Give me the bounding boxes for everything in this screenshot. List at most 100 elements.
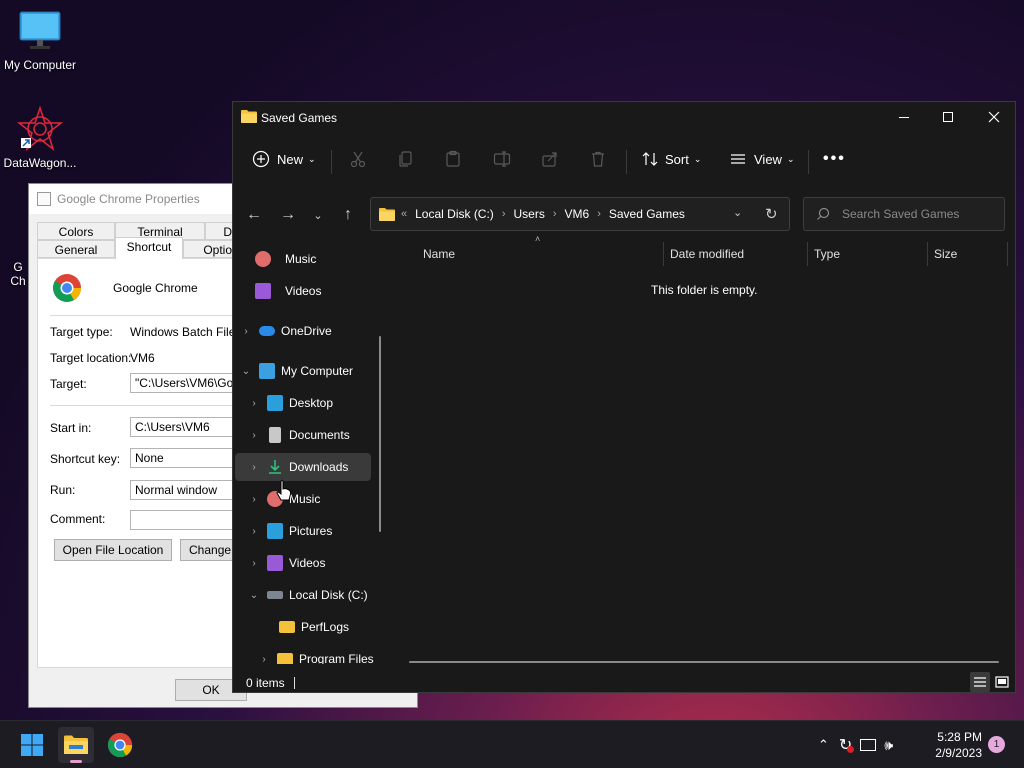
column-divider[interactable] [1007, 242, 1008, 266]
nav-item-perflogs[interactable]: PerfLogs [279, 613, 349, 641]
clock-date: 2/9/2023 [935, 746, 982, 760]
chevron-right-icon[interactable]: › [553, 208, 557, 220]
tab-options[interactable]: Optio [183, 240, 235, 258]
recent-locations-button[interactable]: ⌄ [305, 202, 331, 228]
paste-button[interactable] [444, 150, 462, 168]
close-button[interactable] [971, 102, 1017, 132]
refresh-icon[interactable]: ↻ [765, 205, 778, 223]
tab-colors[interactable]: Colors [37, 222, 115, 240]
view-button[interactable]: View ⌄ [729, 150, 795, 168]
nav-item-videos-quick[interactable]: Videos [255, 277, 321, 305]
rename-button[interactable] [493, 150, 511, 168]
column-header-name[interactable]: Name [423, 242, 455, 266]
more-options-button[interactable]: ••• [823, 150, 846, 168]
column-divider[interactable] [663, 242, 664, 266]
chevron-down-icon[interactable]: ⌄ [247, 590, 261, 601]
network-icon[interactable] [860, 739, 877, 751]
desktop-icon-datawagon[interactable]: DataWagon... [0, 105, 80, 170]
nav-item-desktop[interactable]: › Desktop [247, 389, 333, 417]
breadcrumb-users[interactable]: Users [513, 207, 544, 221]
breadcrumb-local-disk[interactable]: Local Disk (C:) [415, 207, 494, 221]
file-explorer-window: Saved Games New ⌄ Sort ⌄ View ⌄ ••• ← → … [232, 101, 1016, 693]
tab-details[interactable]: D [205, 222, 235, 240]
arrow-left-icon: ← [246, 206, 262, 223]
nav-label: Desktop [289, 396, 334, 410]
share-button[interactable] [541, 150, 559, 168]
share-icon [542, 152, 557, 167]
chevron-right-icon[interactable]: › [239, 326, 253, 337]
chevron-right-icon[interactable]: › [257, 654, 271, 665]
minimize-button[interactable] [881, 102, 927, 132]
tab-general[interactable]: General [37, 240, 115, 258]
nav-item-program-files[interactable]: › Program Files [257, 645, 374, 664]
chrome-taskbar-button[interactable] [102, 727, 138, 763]
search-icon [817, 207, 830, 220]
chevron-right-icon[interactable]: › [247, 526, 261, 537]
chevron-right-icon[interactable]: › [247, 558, 261, 569]
new-label: New [277, 151, 304, 167]
column-divider[interactable] [927, 242, 928, 266]
status-item-count: 0 items [246, 676, 285, 690]
title-bar: Saved Games [233, 102, 1015, 132]
view-label: View [754, 151, 782, 167]
maximize-button[interactable] [925, 102, 971, 132]
open-file-location-button[interactable]: Open File Location [54, 539, 172, 561]
delete-button[interactable] [589, 150, 607, 168]
nav-item-music-quick[interactable]: Music [255, 245, 316, 273]
nav-item-downloads[interactable]: › Downloads [235, 453, 371, 481]
nav-label: My Computer [281, 364, 354, 378]
file-explorer-taskbar-button[interactable] [58, 727, 94, 763]
start-button[interactable] [14, 727, 50, 763]
column-header-date-modified[interactable]: Date modified [670, 242, 744, 266]
sort-button[interactable]: Sort ⌄ [641, 150, 701, 168]
breadcrumb-saved-games[interactable]: Saved Games [609, 207, 685, 221]
chevron-right-icon[interactable]: › [247, 494, 261, 505]
chevron-down-icon[interactable]: ⌄ [239, 366, 253, 377]
column-header-type[interactable]: Type [814, 242, 840, 266]
chevron-right-icon[interactable]: › [247, 462, 261, 473]
volume-icon[interactable]: 🕪 [884, 737, 893, 754]
search-box[interactable]: Search Saved Games [803, 197, 1005, 231]
nav-scrollbar[interactable] [379, 336, 381, 532]
dialog-title: Google Chrome Properties [57, 192, 200, 206]
address-bar[interactable]: « Local Disk (C:) › Users › VM6 › Saved … [370, 197, 790, 231]
nav-item-videos[interactable]: › Videos [247, 549, 325, 577]
chevron-right-icon[interactable]: › [247, 398, 261, 409]
nav-item-local-disk[interactable]: ⌄ Local Disk (C:) [247, 581, 368, 609]
active-indicator [70, 760, 82, 763]
back-button[interactable]: ← [241, 202, 267, 228]
tiles-view-button[interactable] [992, 672, 1012, 692]
new-button[interactable]: New ⌄ [252, 150, 316, 168]
notification-badge[interactable]: 1 [988, 736, 1005, 753]
up-button[interactable]: ↑ [335, 202, 361, 228]
horizontal-scrollbar[interactable] [409, 661, 999, 663]
details-view-button[interactable] [970, 672, 990, 692]
scissors-icon [350, 151, 366, 168]
column-divider[interactable] [807, 242, 808, 266]
nav-item-my-computer[interactable]: ⌄ My Computer [239, 357, 353, 385]
chevron-right-icon[interactable]: › [502, 208, 506, 220]
desktop-icon-my-computer[interactable]: My Computer [0, 8, 80, 72]
drive-icon [267, 591, 283, 599]
nav-item-onedrive[interactable]: › OneDrive [239, 317, 331, 345]
cut-button[interactable] [349, 150, 367, 168]
clock[interactable]: 5:28 PM 2/9/2023 [926, 721, 982, 768]
sync-icon[interactable]: ↻ [839, 735, 855, 755]
monitor-icon [259, 363, 275, 379]
chevron-right-icon[interactable]: › [597, 208, 601, 220]
show-hidden-icons-button[interactable]: ⌃ [818, 737, 829, 753]
address-dropdown-button[interactable]: ⌄ [733, 206, 742, 219]
target-type-value: Windows Batch File [130, 325, 236, 339]
tab-label: Optio [203, 243, 232, 257]
nav-item-pictures[interactable]: › Pictures [247, 517, 332, 545]
column-header-size[interactable]: Size [934, 242, 957, 266]
forward-button[interactable]: → [275, 202, 301, 228]
chevron-right-icon[interactable]: › [247, 430, 261, 441]
sort-label: Sort [665, 151, 689, 167]
breadcrumb-vm6[interactable]: VM6 [565, 207, 590, 221]
tab-shortcut[interactable]: Shortcut [115, 237, 183, 259]
copy-button[interactable] [397, 150, 415, 168]
nav-item-documents[interactable]: › Documents [247, 421, 350, 449]
nav-label: Documents [289, 428, 350, 442]
overflow-chevron[interactable]: « [401, 208, 407, 220]
